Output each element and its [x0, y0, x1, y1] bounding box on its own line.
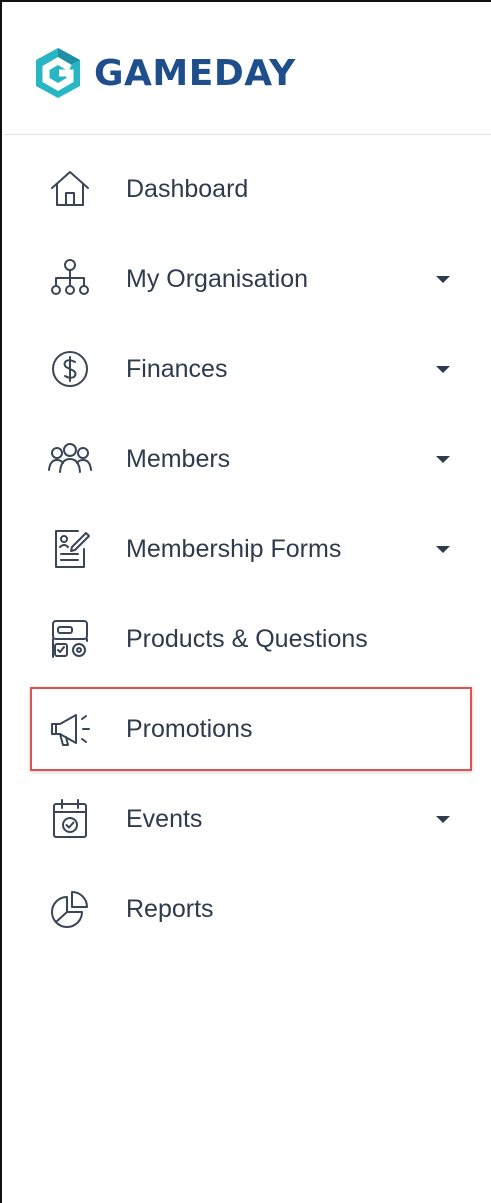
gameday-logo-icon [36, 48, 80, 98]
chevron-down-icon[interactable] [436, 275, 450, 283]
org-chart-icon [46, 255, 94, 303]
pie-chart-icon [46, 885, 94, 933]
calendar-icon [46, 795, 94, 843]
sidebar-item-label: Promotions [126, 714, 253, 743]
sidebar-item-products-questions[interactable]: Products & Questions [4, 594, 491, 684]
products-icon [46, 615, 94, 663]
sidebar-header: GAMEDAY [4, 4, 491, 135]
sidebar-item-membership-forms[interactable]: Membership Forms [4, 504, 491, 594]
sidebar-item-events[interactable]: Events [4, 774, 491, 864]
sidebar-item-reports[interactable]: Reports [4, 864, 491, 954]
sidebar-item-label: My Organisation [126, 264, 309, 293]
members-icon [46, 435, 94, 483]
sidebar-item-label: Membership Forms [126, 534, 342, 563]
sidebar-item-label: Products & Questions [126, 624, 368, 653]
sidebar-frame: GAMEDAY Dashboard My Organisation Financ… [0, 0, 491, 1203]
sidebar-item-label: Reports [126, 894, 214, 923]
sidebar-item-label: Dashboard [126, 174, 249, 203]
dollar-icon [46, 345, 94, 393]
sidebar-item-finances[interactable]: Finances [4, 324, 491, 414]
megaphone-icon [46, 705, 94, 753]
brand-logo[interactable]: GAMEDAY [28, 44, 296, 104]
home-icon [46, 165, 94, 213]
sidebar-item-my-organisation[interactable]: My Organisation [4, 234, 491, 324]
form-icon [46, 525, 94, 573]
sidebar-item-members[interactable]: Members [4, 414, 491, 504]
chevron-down-icon[interactable] [436, 365, 450, 373]
sidebar-item-promotions[interactable]: Promotions [4, 684, 491, 774]
chevron-down-icon[interactable] [436, 545, 450, 553]
sidebar-item-label: Finances [126, 354, 228, 383]
brand-name: GAMEDAY [94, 53, 296, 94]
sidebar-item-label: Events [126, 804, 203, 833]
sidebar-item-label: Members [126, 444, 231, 473]
sidebar-nav: Dashboard My Organisation Finances Membe… [4, 144, 491, 954]
chevron-down-icon[interactable] [436, 455, 450, 463]
sidebar-item-dashboard[interactable]: Dashboard [4, 144, 491, 234]
chevron-down-icon[interactable] [436, 815, 450, 823]
